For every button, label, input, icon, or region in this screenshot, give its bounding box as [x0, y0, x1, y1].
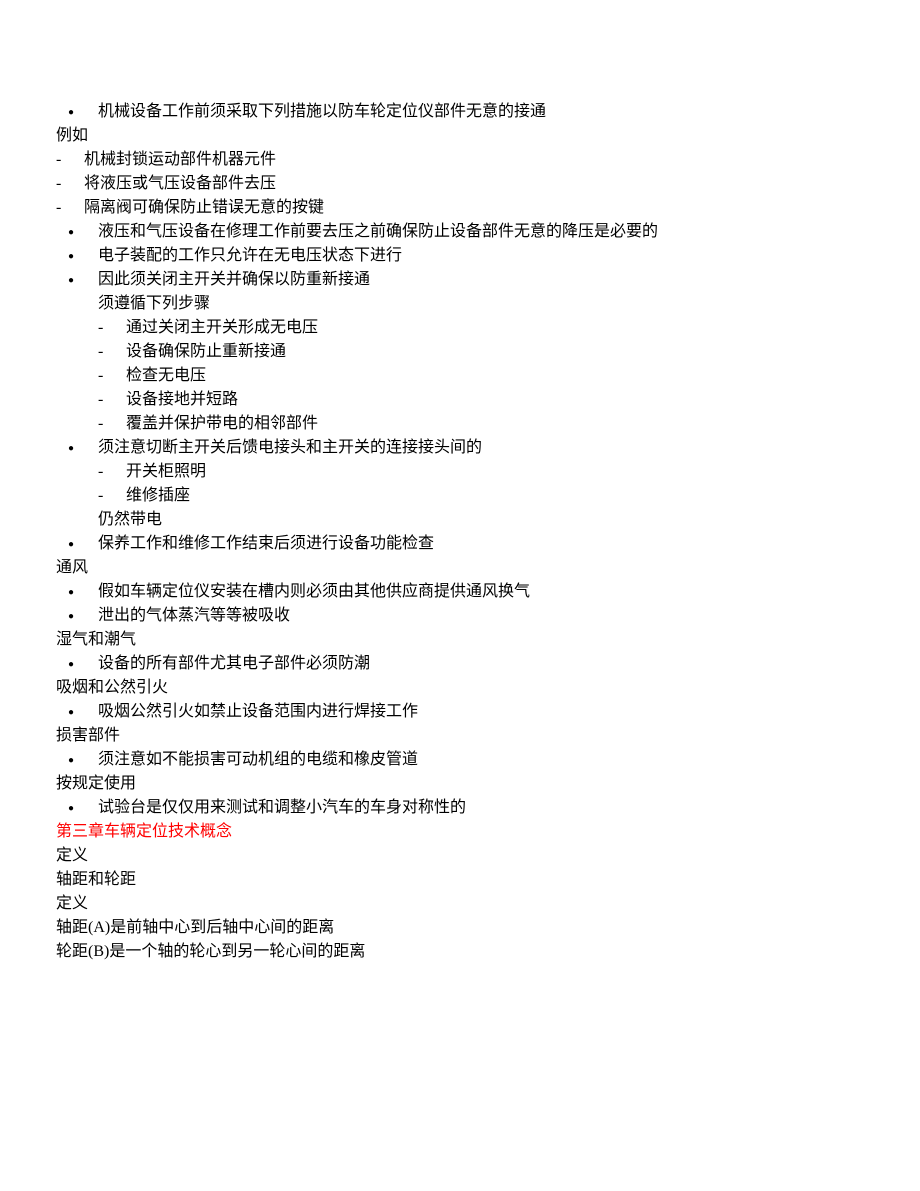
- text-line-22: 湿气和潮气: [56, 628, 864, 652]
- text-line-23: 设备的所有部件尤其电子部件必须防潮: [56, 652, 864, 676]
- text-line-3: 将液压或气压设备部件去压: [56, 172, 864, 196]
- text-line-27: 须注意如不能损害可动机组的电缆和橡皮管道: [56, 748, 864, 772]
- text-line-14: 须注意切断主开关后馈电接头和主开关的连接接头间的: [56, 436, 864, 460]
- text-line-12: 设备接地并短路: [56, 388, 864, 412]
- text-line-19: 通风: [56, 556, 864, 580]
- text-line-13: 覆盖并保护带电的相邻部件: [56, 412, 864, 436]
- text-line-29: 试验台是仅仅用来测试和调整小汽车的车身对称性的: [56, 796, 864, 820]
- text-line-11: 检查无电压: [56, 364, 864, 388]
- text-line-25: 吸烟公然引火如禁止设备范围内进行焊接工作: [56, 700, 864, 724]
- text-line-28: 按规定使用: [56, 772, 864, 796]
- document-content: 机械设备工作前须采取下列措施以防车轮定位仪部件无意的接通例如机械封锁运动部件机器…: [56, 100, 864, 964]
- text-line-26: 损害部件: [56, 724, 864, 748]
- text-line-7: 因此须关闭主开关并确保以防重新接通: [56, 268, 864, 292]
- text-line-8: 须遵循下列步骤: [56, 292, 864, 316]
- text-line-32: 轴距和轮距: [56, 868, 864, 892]
- text-line-24: 吸烟和公然引火: [56, 676, 864, 700]
- text-line-31: 定义: [56, 844, 864, 868]
- text-line-1: 例如: [56, 124, 864, 148]
- text-line-34: 轴距(A)是前轴中心到后轴中心间的距离: [56, 916, 864, 940]
- text-line-18: 保养工作和维修工作结束后须进行设备功能检查: [56, 532, 864, 556]
- text-line-35: 轮距(B)是一个轴的轮心到另一轮心间的距离: [56, 940, 864, 964]
- text-line-4: 隔离阀可确保防止错误无意的按键: [56, 196, 864, 220]
- text-line-17: 仍然带电: [56, 508, 864, 532]
- text-line-6: 电子装配的工作只允许在无电压状态下进行: [56, 244, 864, 268]
- text-line-10: 设备确保防止重新接通: [56, 340, 864, 364]
- text-line-2: 机械封锁运动部件机器元件: [56, 148, 864, 172]
- text-line-21: 泄出的气体蒸汽等等被吸收: [56, 604, 864, 628]
- text-line-33: 定义: [56, 892, 864, 916]
- text-line-5: 液压和气压设备在修理工作前要去压之前确保防止设备部件无意的降压是必要的: [56, 220, 864, 244]
- text-line-0: 机械设备工作前须采取下列措施以防车轮定位仪部件无意的接通: [56, 100, 864, 124]
- text-line-16: 维修插座: [56, 484, 864, 508]
- text-line-15: 开关柜照明: [56, 460, 864, 484]
- text-line-9: 通过关闭主开关形成无电压: [56, 316, 864, 340]
- text-line-30: 第三章车辆定位技术概念: [56, 820, 864, 844]
- text-line-20: 假如车辆定位仪安装在槽内则必须由其他供应商提供通风换气: [56, 580, 864, 604]
